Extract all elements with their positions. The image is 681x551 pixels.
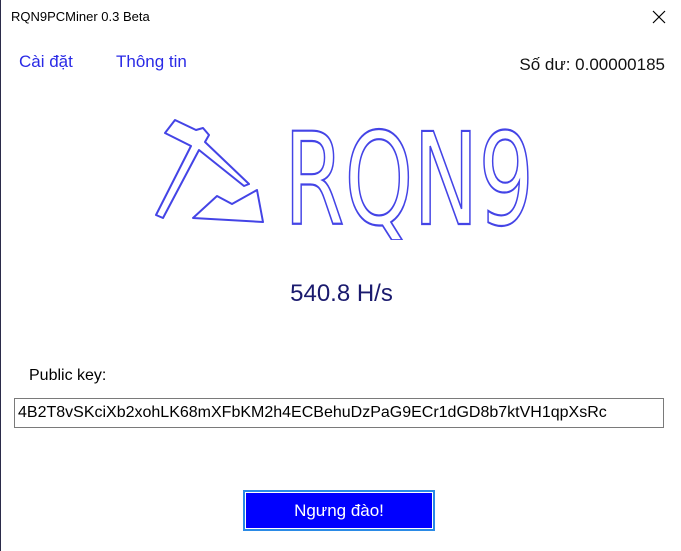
- hashrate-display: 540.8 H/s: [290, 280, 393, 307]
- rqn9-logo: RQN9: [155, 105, 535, 240]
- pickaxe-icon: [155, 119, 264, 223]
- menu-about[interactable]: Thông tin: [116, 52, 187, 72]
- balance-label: Số dư: 0.00000185: [519, 55, 665, 74]
- public-key-label: Public key:: [29, 367, 107, 384]
- close-button[interactable]: [636, 0, 681, 34]
- public-key-input[interactable]: [14, 398, 664, 428]
- window-title: RQN9PCMiner 0.3 Beta: [11, 9, 150, 24]
- menu-settings[interactable]: Cài đặt: [19, 52, 73, 72]
- title-bar: RQN9PCMiner 0.3 Beta: [1, 0, 681, 34]
- logo-wordmark: RQN9: [284, 106, 534, 240]
- close-icon: [652, 10, 666, 24]
- stop-mining-button[interactable]: Ngưng đào!: [243, 490, 435, 531]
